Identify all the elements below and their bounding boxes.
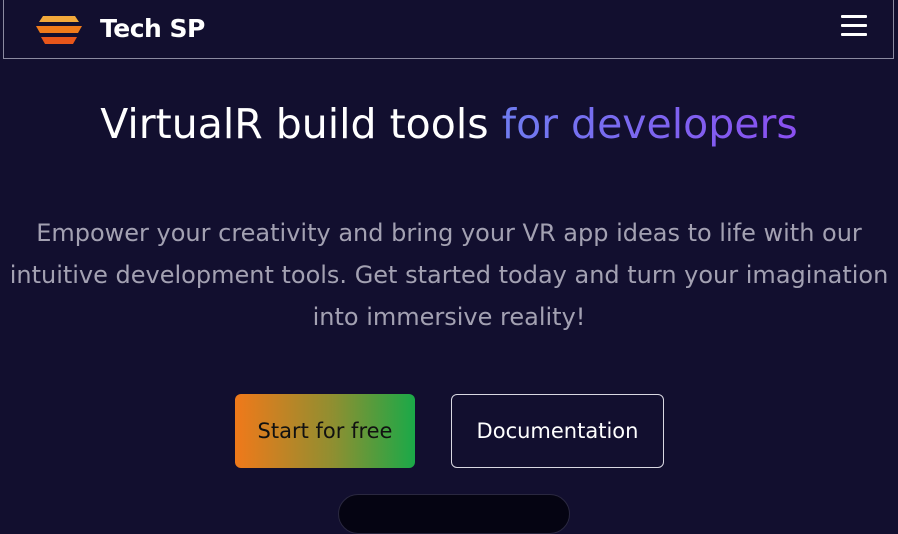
hero-title-accent: for developers [501, 100, 798, 148]
navbar: Tech SP [3, 0, 894, 59]
hero-description: Empower your creativity and bring your V… [9, 219, 889, 331]
hero-title: VirtualR build tools for developers [0, 100, 898, 148]
start-for-free-button[interactable]: Start for free [235, 394, 415, 468]
brand-logo-icon[interactable] [33, 13, 85, 49]
brand-name[interactable]: Tech SP [100, 14, 205, 43]
partial-hero-element [338, 494, 570, 534]
hamburger-menu-icon[interactable] [838, 12, 870, 40]
hero-title-main: VirtualR build tools [100, 100, 502, 148]
documentation-button[interactable]: Documentation [451, 394, 664, 468]
